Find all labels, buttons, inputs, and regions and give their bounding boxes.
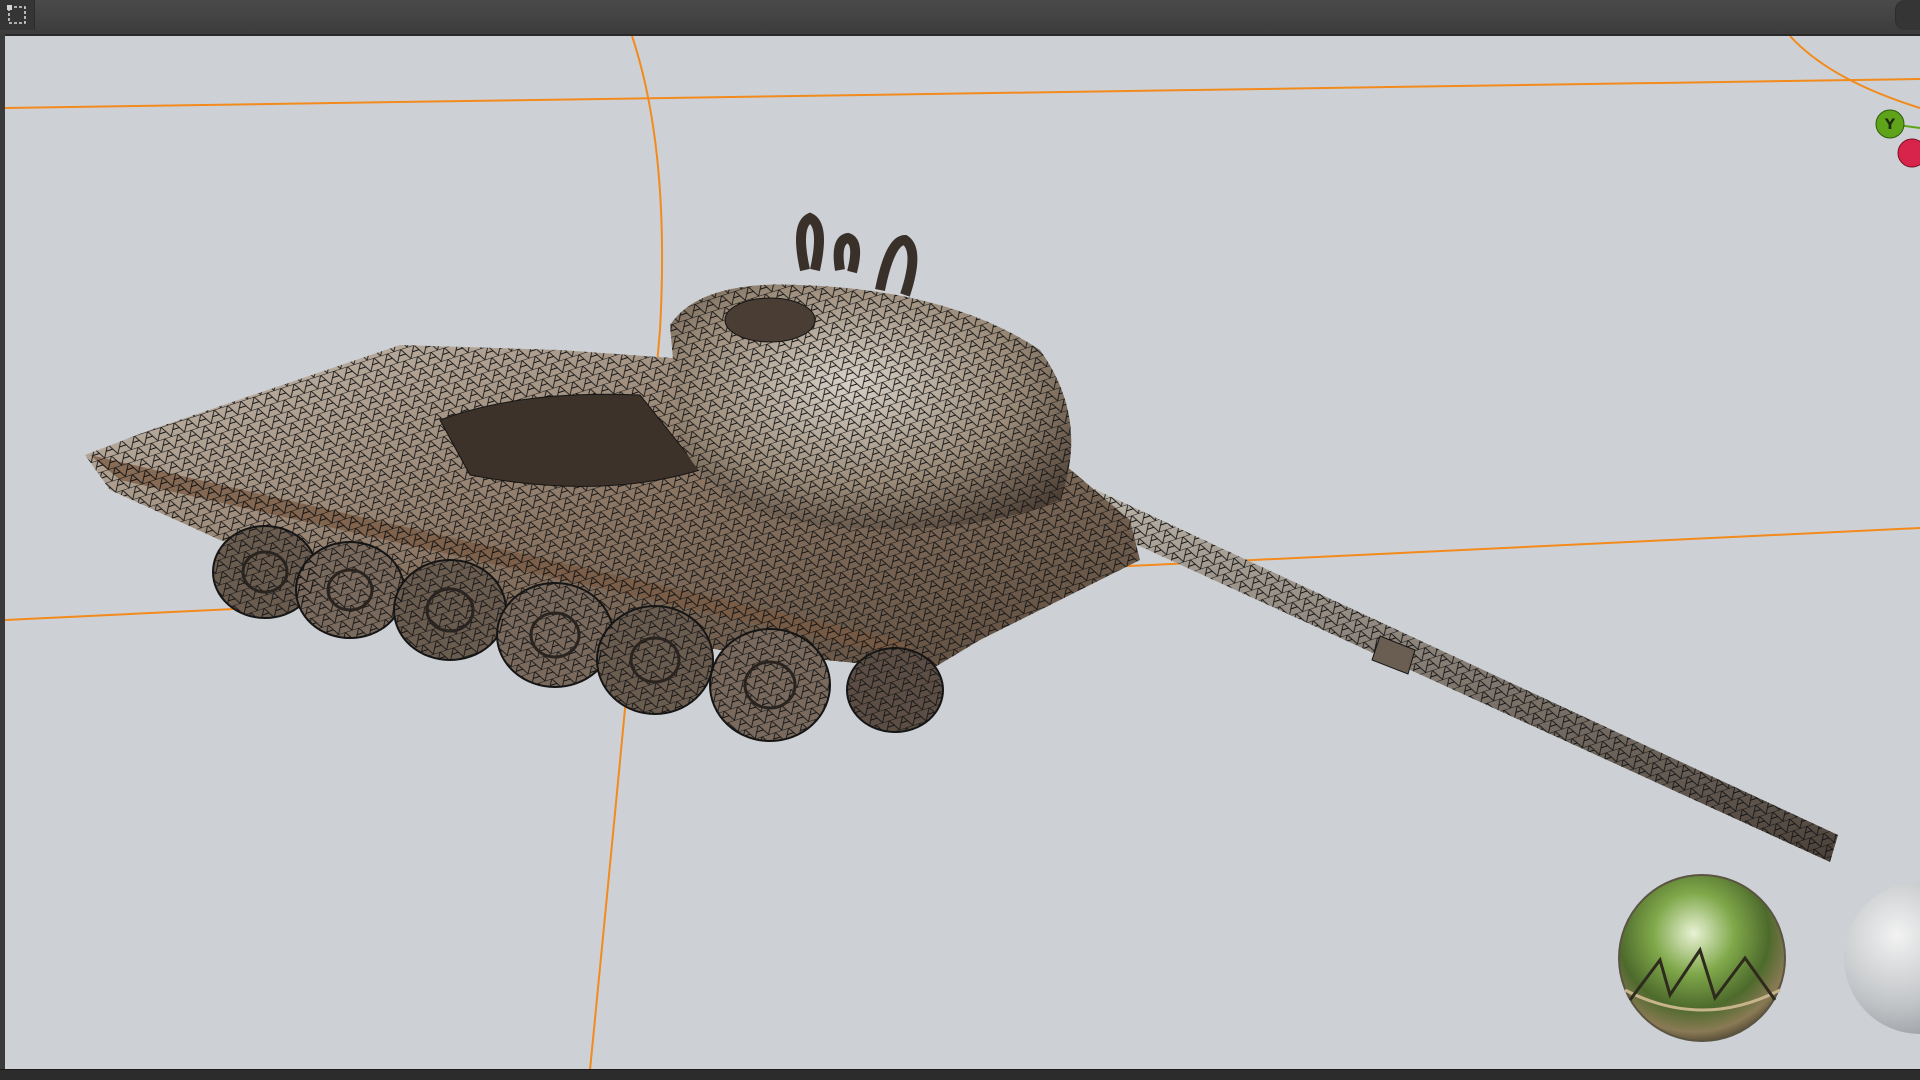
wireframe-tank-model[interactable]	[85, 212, 1838, 862]
matcap-sphere[interactable]	[1844, 882, 1920, 1034]
view-options-icon[interactable]	[1895, 0, 1920, 30]
tank-turret	[670, 284, 1072, 530]
x-axis-handle[interactable]	[1897, 138, 1920, 168]
axis-gizmo[interactable]: Y	[1875, 109, 1920, 168]
tank-hatch-handles	[796, 212, 918, 297]
hdri-environment-sphere[interactable]	[1618, 874, 1786, 1042]
selection-rectangle-icon[interactable]	[0, 0, 35, 30]
top-toolbar	[0, 0, 1920, 36]
3d-viewport[interactable]: Y	[5, 36, 1920, 1070]
bottom-status-bar	[0, 1069, 1920, 1080]
y-axis-label: Y	[1884, 117, 1896, 133]
